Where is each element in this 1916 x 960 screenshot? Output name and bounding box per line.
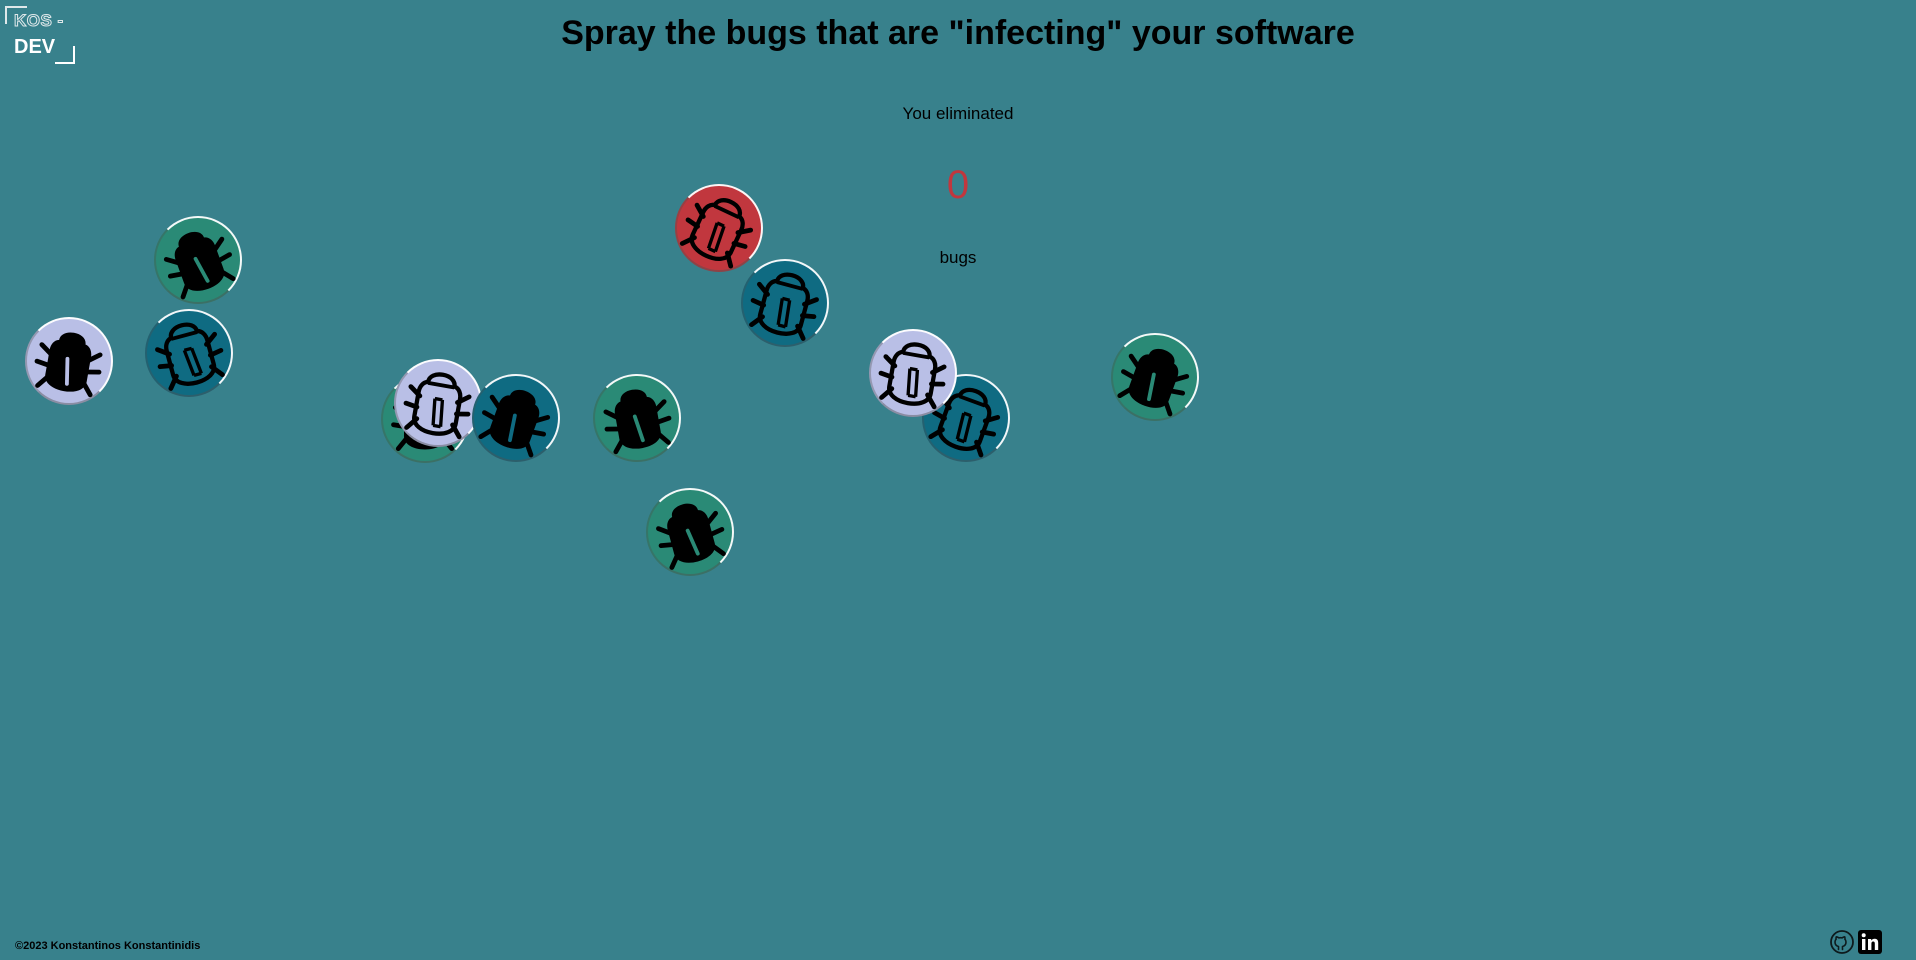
- score-prefix: You eliminated: [902, 104, 1014, 123]
- bug-icon: [155, 322, 225, 391]
- github-icon[interactable]: [1829, 929, 1855, 955]
- bug-target[interactable]: [593, 374, 681, 462]
- bug-target[interactable]: [741, 259, 829, 347]
- bug-icon: [1117, 348, 1190, 417]
- score-suffix: bugs: [939, 248, 977, 267]
- bug-target[interactable]: [646, 488, 734, 576]
- score-counter: 0: [946, 163, 970, 207]
- bug-target[interactable]: [154, 216, 242, 304]
- bug-icon: [878, 342, 947, 410]
- bug-target[interactable]: [1111, 333, 1199, 421]
- bug-target[interactable]: [869, 329, 957, 417]
- bug-target[interactable]: [472, 374, 560, 462]
- bug-target[interactable]: [145, 309, 233, 397]
- bug-icon: [163, 231, 236, 300]
- bug-target[interactable]: [675, 184, 763, 272]
- copyright-text: ©2023 Konstantinos Konstantinidis: [15, 940, 201, 952]
- bug-target[interactable]: [25, 317, 113, 405]
- game-stage: KOS - DEV Spray the bugs that are "infec…: [0, 0, 1916, 960]
- bug-icon: [34, 332, 103, 398]
- bug-icon: [603, 389, 672, 455]
- page-title: Spray the bugs that are "infecting" your…: [561, 14, 1355, 52]
- linkedin-icon[interactable]: [1857, 929, 1883, 955]
- bug-icon: [656, 503, 726, 570]
